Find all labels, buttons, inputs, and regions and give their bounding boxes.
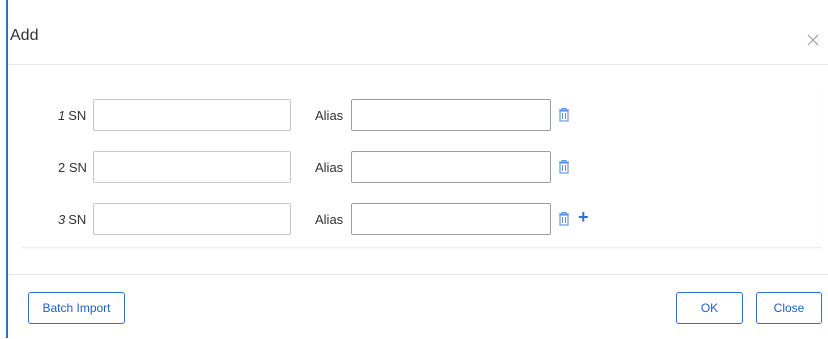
dialog-footer: Batch Import OK Close [8, 274, 828, 339]
alias-label: Alias [315, 108, 344, 123]
plus-icon[interactable]: + [578, 207, 589, 227]
ok-button[interactable]: OK [676, 292, 743, 324]
trash-icon[interactable] [558, 107, 570, 122]
dialog-header: Add [8, 0, 828, 65]
alias-label: Alias [315, 212, 344, 227]
alias-label: Alias [315, 160, 344, 175]
alias-input[interactable] [351, 203, 551, 235]
add-dialog: Add 1 SN Alias 2 SN Alias 3 SN Alias + B… [6, 0, 828, 338]
sn-input[interactable] [93, 203, 291, 235]
alias-input[interactable] [351, 151, 551, 183]
trash-icon[interactable] [558, 159, 570, 174]
close-button[interactable]: Close [756, 292, 822, 324]
sn-input[interactable] [93, 151, 291, 183]
sn-input[interactable] [93, 99, 291, 131]
close-icon[interactable] [806, 33, 820, 47]
device-row: 2 SN Alias [22, 151, 822, 185]
device-row: 3 SN Alias + [22, 203, 822, 237]
batch-import-button[interactable]: Batch Import [28, 292, 125, 324]
dialog-title: Add [10, 27, 39, 44]
alias-input[interactable] [351, 99, 551, 131]
device-list-panel: 1 SN Alias 2 SN Alias 3 SN Alias + [22, 83, 822, 248]
device-row: 1 SN Alias [22, 99, 822, 133]
trash-icon[interactable] [558, 211, 570, 226]
